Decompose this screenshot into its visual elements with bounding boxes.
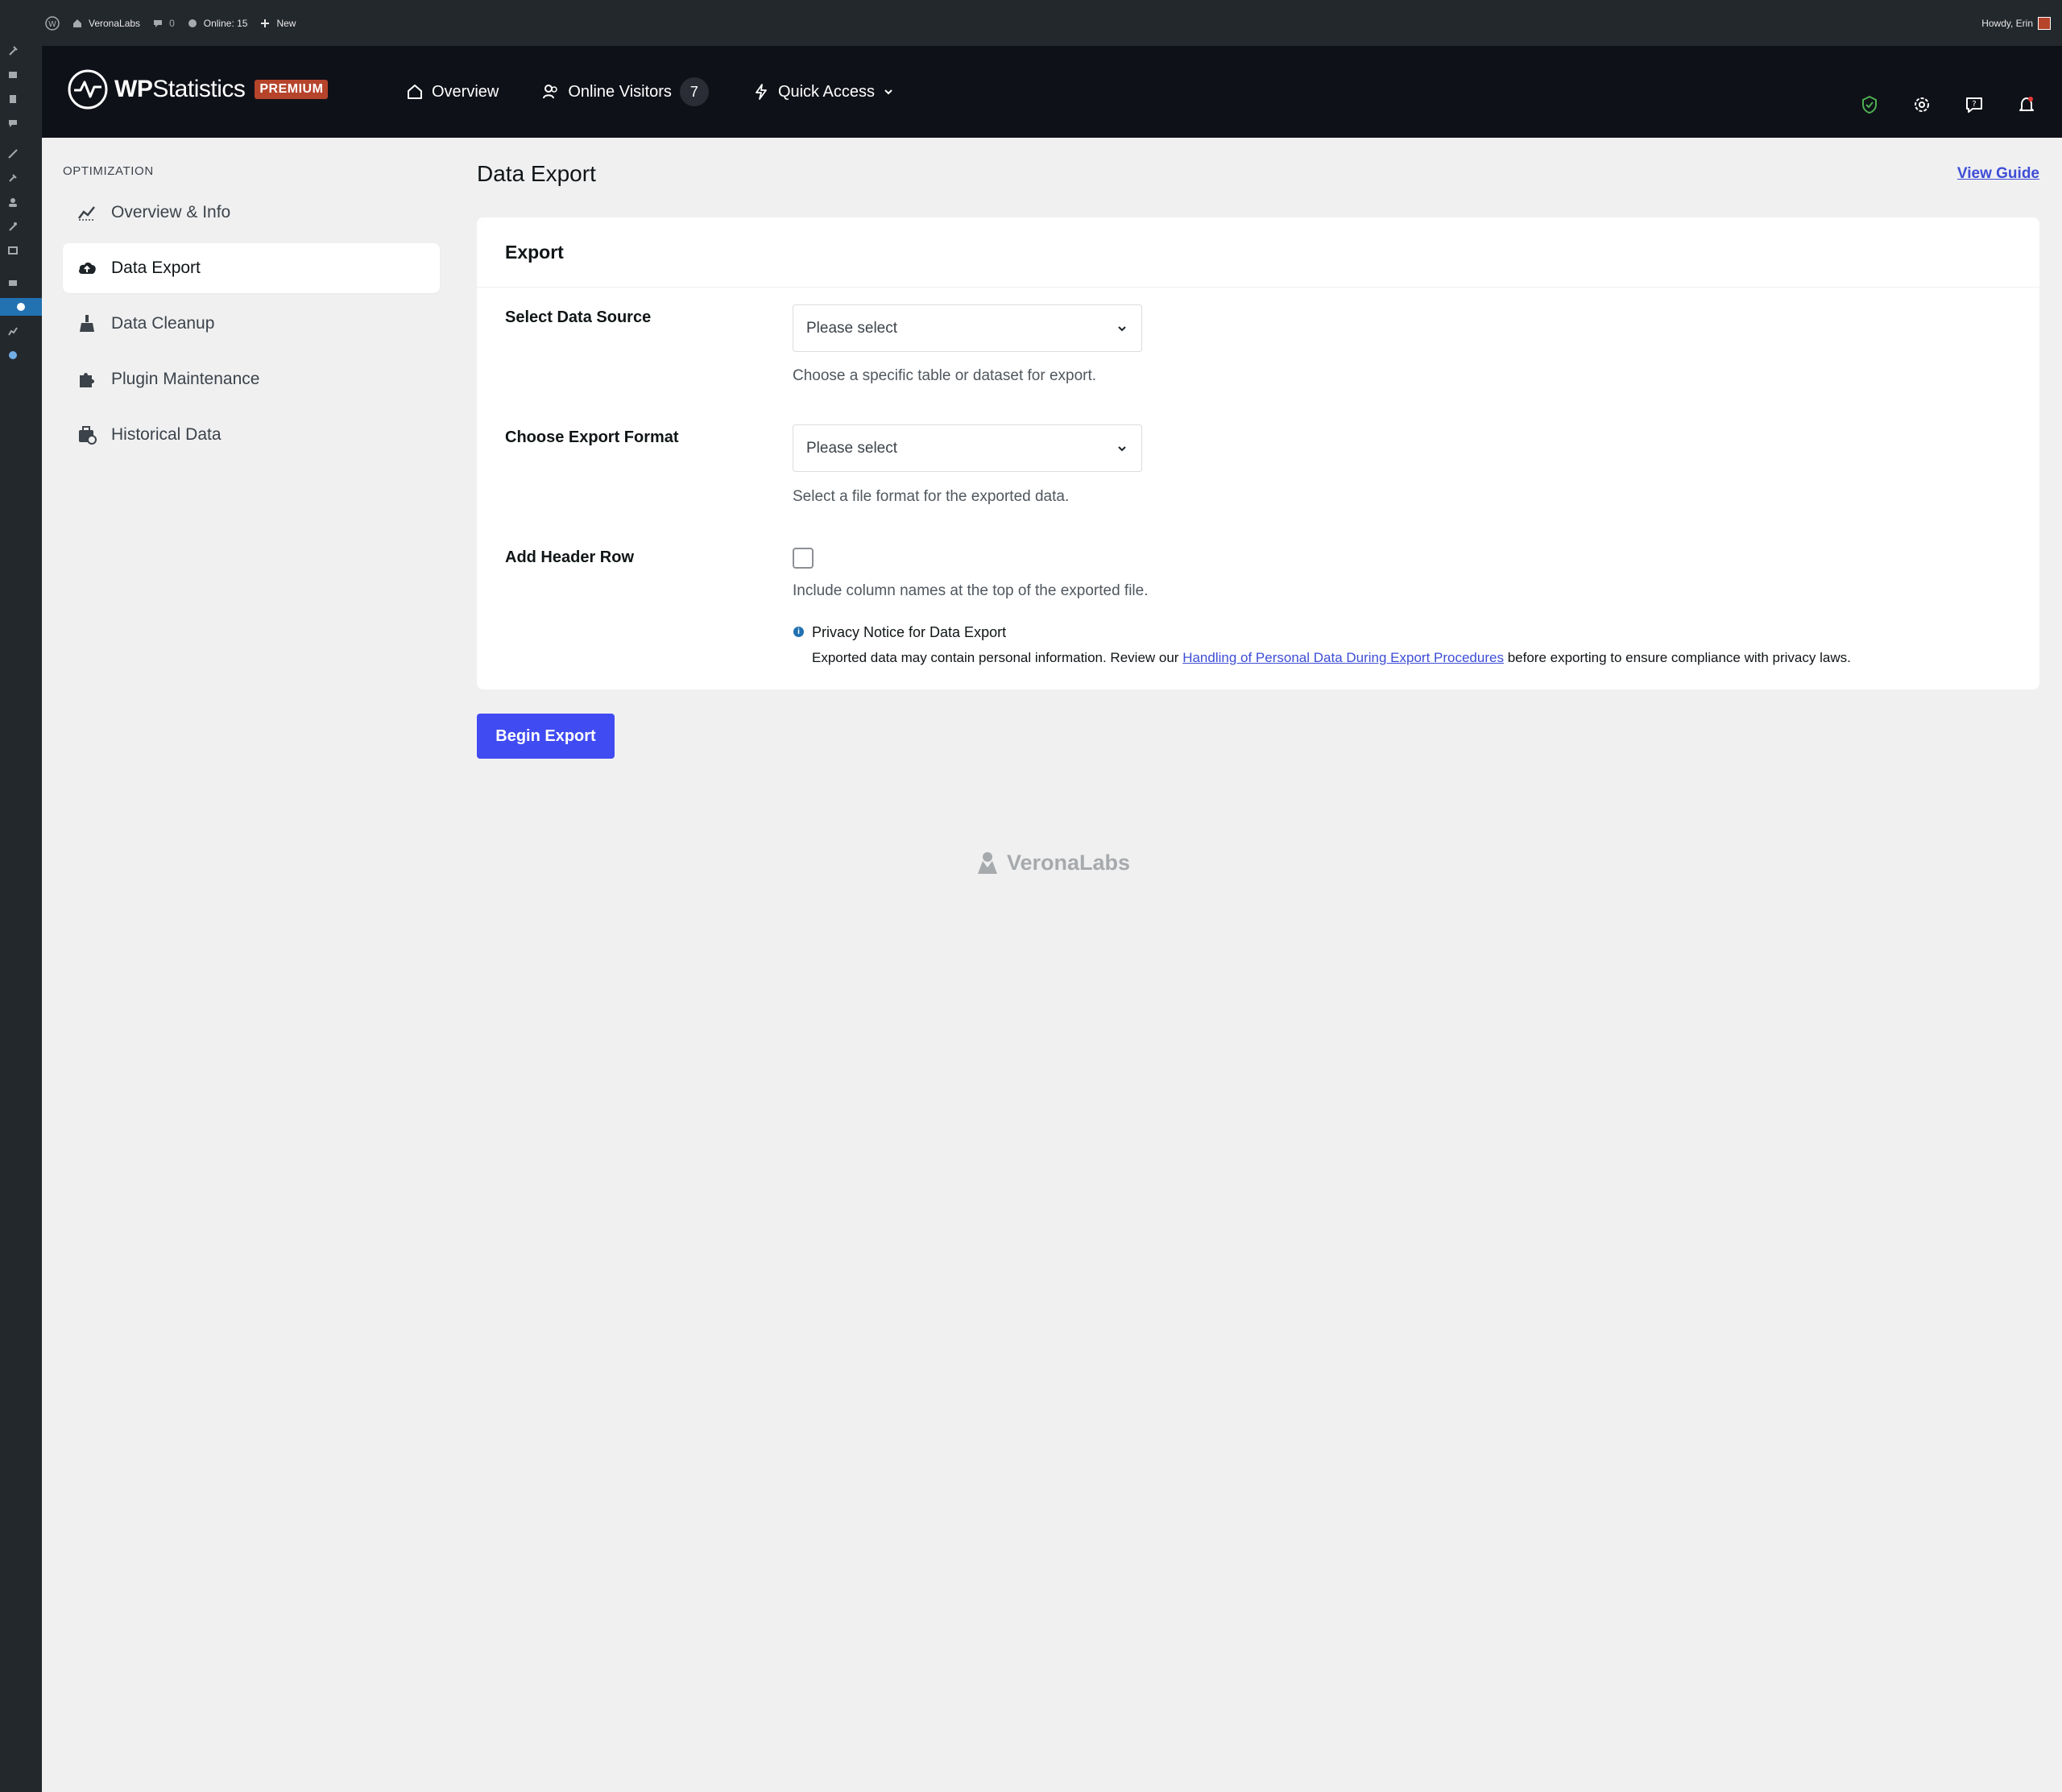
sidebar-item-data-cleanup[interactable]: Data Cleanup [63, 299, 440, 349]
comments-icon[interactable] [0, 114, 26, 132]
settings-icon[interactable] [0, 242, 26, 259]
site-name: VeronaLabs [89, 17, 141, 29]
appearance-icon[interactable] [0, 145, 26, 163]
help-icon[interactable]: ? [1964, 94, 1984, 114]
begin-export-button[interactable]: Begin Export [477, 714, 615, 759]
sidebar-item-label: Data Export [111, 259, 201, 277]
chevron-down-icon [884, 89, 892, 95]
lightning-icon [756, 84, 767, 100]
bell-icon[interactable] [2016, 94, 2036, 114]
svg-text:?: ? [1972, 100, 1976, 109]
nav-overview[interactable]: Overview [406, 83, 499, 101]
privacy-notice-text: Exported data may contain personal infor… [812, 650, 1851, 666]
logo-text: WPStatistics [114, 76, 246, 102]
home-icon [408, 85, 422, 99]
account-link[interactable]: Howdy, Erin [1981, 0, 2051, 46]
sidebar-item-label: Plugin Maintenance [111, 370, 260, 388]
export-card: Export Select Data Source Please select … [477, 217, 2039, 689]
online-link[interactable]: Online: 15 [186, 17, 248, 30]
chart-line-icon [76, 201, 98, 224]
howdy-text: Howdy, Erin [1981, 17, 2033, 29]
comments-count: 0 [169, 17, 175, 29]
puzzle-icon [76, 368, 98, 391]
nav-online-visitors-label: Online Visitors [568, 82, 672, 101]
admin-menu [0, 0, 42, 1792]
data-source-help: Choose a specific table or dataset for e… [793, 367, 1097, 384]
users-icon [543, 85, 558, 99]
info-icon: i [793, 627, 804, 637]
sidebar-item-label: Data Cleanup [111, 314, 215, 333]
sidebar-item-plugin-maintenance[interactable]: Plugin Maintenance [63, 354, 440, 404]
sidebar-item-label: Historical Data [111, 425, 222, 444]
sidebar-item-historical-data[interactable]: Historical Data [63, 410, 440, 460]
sidebar-section-title: OPTIMIZATION [63, 164, 154, 178]
home-icon [71, 17, 84, 30]
new-label: New [276, 17, 296, 29]
nav-quick-access-label: Quick Access [777, 82, 875, 101]
media-icon[interactable] [0, 66, 26, 84]
broom-icon [76, 312, 98, 335]
wp-statistics-logo[interactable]: WPStatistics PREMIUM [68, 69, 329, 110]
veronalabs-logo-icon [978, 852, 997, 874]
pages-icon[interactable] [0, 90, 26, 108]
plus-icon [259, 17, 271, 30]
privacy-notice-text-after: before exporting to ensure compliance wi… [1503, 650, 1851, 665]
statistics-menu-icon[interactable] [0, 298, 42, 316]
premium-badge: PREMIUM [255, 80, 329, 99]
nav-online-visitors[interactable]: Online Visitors 7 [542, 77, 709, 106]
nav-overview-label: Overview [432, 82, 499, 101]
export-format-select[interactable]: Please select [793, 424, 1142, 472]
card-divider [477, 287, 2039, 288]
footer-brand-text: VeronaLabs [1007, 850, 1131, 875]
data-source-label: Select Data Source [505, 308, 652, 326]
site-name-link[interactable]: VeronaLabs [71, 17, 140, 30]
export-format-label: Choose Export Format [505, 428, 679, 446]
sidebar-item-data-export[interactable]: Data Export [63, 243, 440, 293]
wordpress-logo-icon[interactable]: W [45, 15, 60, 31]
chart-icon[interactable] [0, 322, 26, 340]
header-row-checkbox[interactable] [793, 548, 814, 569]
top-nav: Overview Online Visitors 7 Quick Access [406, 46, 894, 138]
comment-icon [151, 17, 164, 30]
pie-icon [186, 17, 199, 30]
header-icons: ? [1859, 94, 2036, 114]
online-visitors-count: 7 [679, 77, 709, 106]
page-title: Data Export [477, 161, 596, 186]
svg-text:W: W [48, 20, 56, 29]
chevron-down-icon [1118, 325, 1126, 331]
comments-link[interactable]: 0 [151, 17, 175, 30]
privacy-notice-text-before: Exported data may contain personal infor… [812, 650, 1183, 665]
cloud-upload-icon [76, 257, 98, 279]
circle-icon[interactable] [0, 346, 26, 364]
privacy-notice-title: Privacy Notice for Data Export [812, 624, 1007, 640]
card-title: Export [505, 242, 564, 263]
header-row-help: Include column names at the top of the e… [793, 582, 1149, 599]
admin-bar: W VeronaLabs 0 Online: 15 New Howdy, Eri… [0, 0, 2062, 46]
new-link[interactable]: New [259, 17, 296, 30]
gear-icon[interactable] [1911, 94, 1932, 114]
data-source-selected-value: Please select [806, 319, 898, 337]
header-row-label: Add Header Row [505, 548, 635, 566]
sidebar-item-label: Overview & Info [111, 203, 231, 221]
personal-data-handling-link[interactable]: Handling of Personal Data During Export … [1182, 650, 1504, 665]
nav-quick-access[interactable]: Quick Access [752, 83, 894, 101]
view-guide-link[interactable]: View Guide [1957, 165, 2039, 183]
sidebar-item-overview-info[interactable]: Overview & Info [63, 188, 440, 238]
footer-brand: VeronaLabs [975, 850, 1130, 875]
data-source-select[interactable]: Please select [793, 304, 1142, 352]
plugins-icon[interactable] [0, 169, 26, 187]
tools-icon[interactable] [0, 217, 26, 235]
shield-check-icon[interactable] [1859, 94, 1879, 114]
mail-icon[interactable] [0, 274, 26, 292]
online-count: Online: 15 [203, 17, 248, 29]
users-icon[interactable] [0, 193, 26, 211]
export-format-help: Select a file format for the exported da… [793, 488, 1070, 505]
wp-statistics-logo-icon [68, 69, 108, 110]
chevron-down-icon [1118, 445, 1126, 451]
plugin-header: WPStatistics PREMIUM Overview Online Vis… [42, 46, 2062, 138]
user-avatar [2038, 16, 2051, 30]
briefcase-clock-icon [76, 424, 98, 446]
export-format-selected-value: Please select [806, 439, 898, 457]
